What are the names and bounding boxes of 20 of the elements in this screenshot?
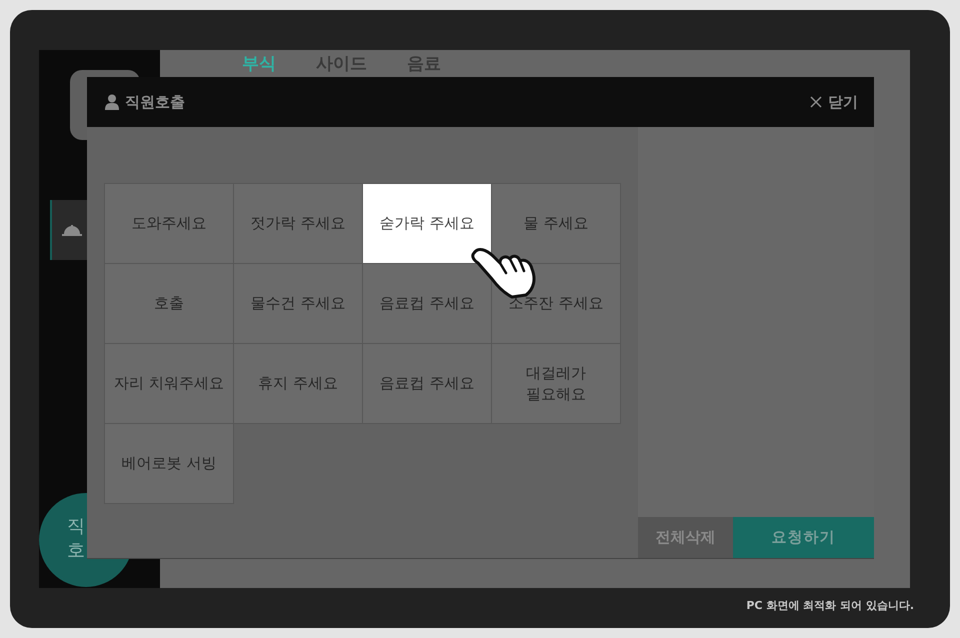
option-button[interactable]: 베어로봇 서빙 [105, 424, 234, 504]
person-icon [105, 94, 119, 110]
option-button[interactable]: 음료컵 주세요 [363, 264, 492, 344]
close-icon [810, 96, 822, 108]
option-button[interactable]: 숟가락 주세요 [363, 184, 492, 264]
option-button[interactable]: 호출 [105, 264, 234, 344]
option-button[interactable]: 대걸레가 필요해요 [492, 344, 621, 424]
option-button[interactable]: 음료컵 주세요 [363, 344, 492, 424]
option-button[interactable]: 휴지 주세요 [234, 344, 363, 424]
close-button[interactable]: 닫기 [810, 92, 858, 112]
option-button[interactable]: 물 주세요 [492, 184, 621, 264]
option-button[interactable]: 젓가락 주세요 [234, 184, 363, 264]
bell-icon [62, 224, 82, 236]
category-tab[interactable]: 부식 [242, 52, 276, 75]
option-button[interactable]: 자리 치워주세요 [105, 344, 234, 424]
modal-title: 직원호출 [125, 92, 185, 112]
option-button[interactable]: 도와주세요 [105, 184, 234, 264]
request-button[interactable]: 요청하기 [733, 517, 874, 558]
footer-note: PC 화면에 최적화 되어 있습니다. [746, 598, 914, 613]
option-button[interactable]: 물수건 주세요 [234, 264, 363, 344]
